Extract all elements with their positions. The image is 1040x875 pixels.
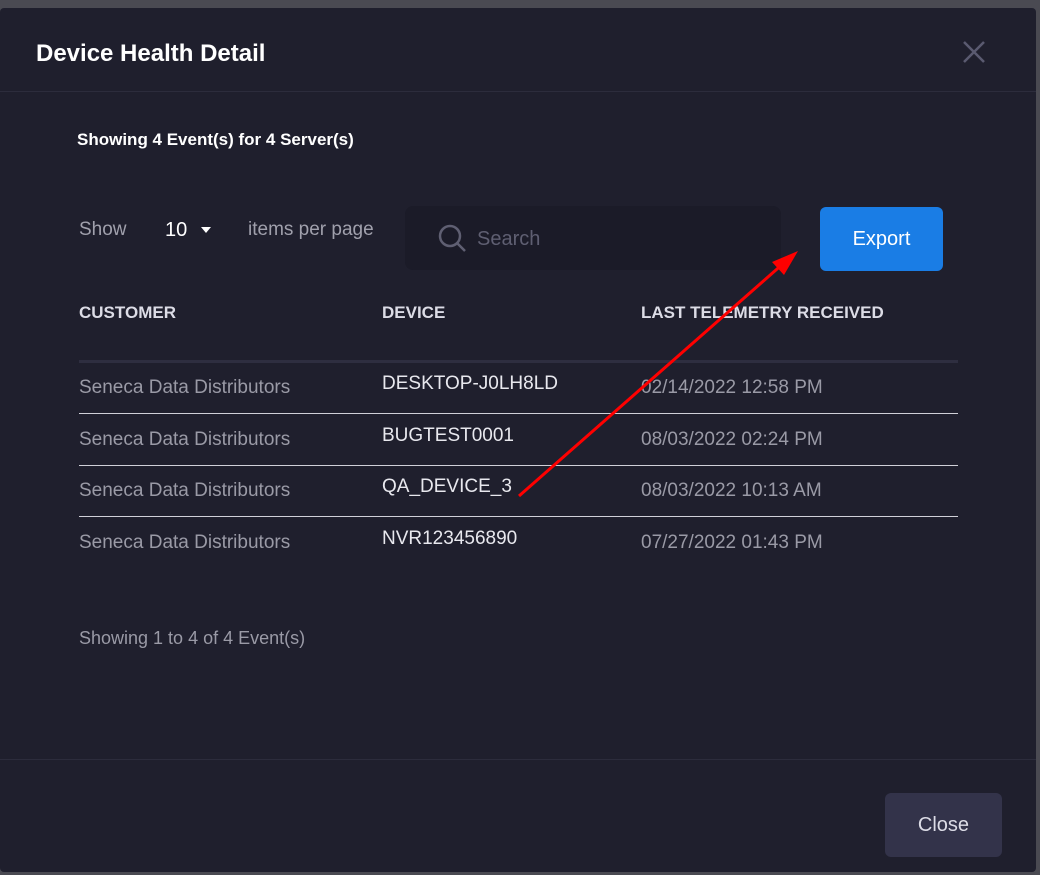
export-button[interactable]: Export	[820, 207, 943, 271]
table-row[interactable]: Seneca Data Distributors DESKTOP-J0LH8LD 0…	[79, 363, 958, 414]
column-header-device[interactable]: DEVICE	[382, 303, 445, 323]
show-label: Show	[79, 219, 127, 240]
telemetry-cell: 02/14/2022 12:58 PM	[641, 377, 823, 398]
close-icon[interactable]	[960, 38, 988, 66]
device-cell: BUGTEST0001	[382, 424, 514, 446]
customer-cell: Seneca Data Distributors	[79, 480, 291, 501]
telemetry-cell: 08/03/2022 02:24 PM	[641, 428, 823, 450]
table-row[interactable]: Seneca Data Distributors QA_DEVICE_3 08/03…	[79, 466, 958, 517]
page-size-select[interactable]: 10	[165, 219, 187, 242]
device-cell: DESKTOP-J0LH8LD	[382, 373, 558, 394]
close-button[interactable]: Close	[885, 793, 1002, 857]
table-row[interactable]: Seneca Data Distributors BUGTEST0001 08/03…	[79, 415, 958, 466]
telemetry-cell: 07/27/2022 01:43 PM	[641, 531, 823, 553]
device-cell: NVR123456890	[382, 527, 518, 549]
column-header-customer[interactable]: CUSTOMER	[79, 303, 176, 323]
modal-title: Device Health Detail	[36, 40, 266, 67]
customer-cell: Seneca Data Distributors	[79, 428, 291, 450]
device-cell: QA_DEVICE_3	[382, 476, 512, 497]
table-row[interactable]: Seneca Data Distributors NVR123456890 07/2…	[79, 518, 958, 569]
header-divider	[0, 91, 1036, 92]
summary-text: Showing 4 Event(s) for 4 Server(s)	[77, 130, 354, 149]
search-input[interactable]	[475, 206, 769, 272]
customer-cell: Seneca Data Distributors	[79, 531, 291, 553]
device-health-modal: Device Health Detail Showing 4 Event(s) …	[0, 8, 1036, 872]
per-page-label: items per page	[248, 219, 374, 240]
footer-divider	[0, 759, 1036, 760]
search-box	[405, 206, 781, 272]
column-header-last-telemetry[interactable]: LAST TELEMETRY RECEIVED	[641, 303, 884, 323]
chevron-down-icon[interactable]	[201, 227, 211, 233]
customer-cell: Seneca Data Distributors	[79, 377, 291, 398]
telemetry-cell: 08/03/2022 10:13 AM	[641, 480, 822, 501]
pagination-info: Showing 1 to 4 of 4 Event(s)	[79, 628, 306, 648]
search-icon	[438, 224, 466, 252]
